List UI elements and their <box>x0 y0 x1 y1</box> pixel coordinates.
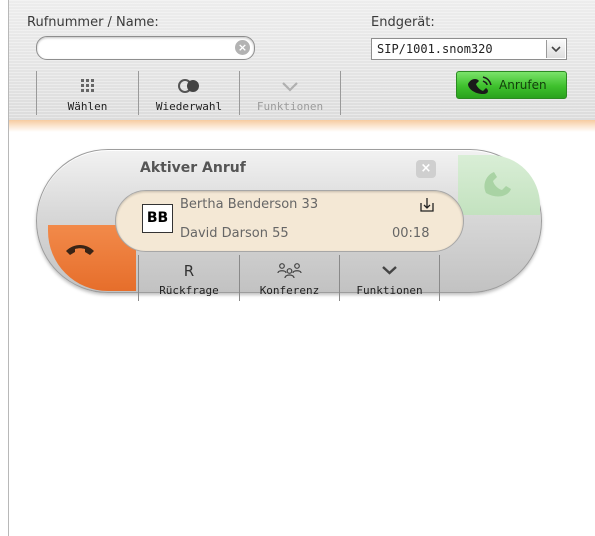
active-call-title: Aktiver Anruf <box>140 160 246 176</box>
chevron-down-icon <box>240 77 340 95</box>
caller-name-b: David Darson 55 <box>180 226 289 241</box>
conference-button[interactable]: Konferenz <box>240 258 339 302</box>
number-label: Rufnummer / Name: <box>27 15 159 30</box>
redial-button[interactable]: Wiederwahl <box>139 71 239 117</box>
panel-divider <box>9 120 595 132</box>
conference-icon <box>240 262 339 280</box>
toolbar-separator <box>340 71 341 115</box>
answer-icon <box>484 172 511 197</box>
call-functions-label: Funktionen <box>356 284 423 297</box>
consult-label: Rückfrage <box>159 284 219 297</box>
call-duration: 00:18 <box>392 226 430 241</box>
call-button[interactable]: Anrufen <box>456 71 567 99</box>
answer-button[interactable] <box>458 155 540 215</box>
consult-r-icon: R <box>183 262 195 280</box>
chevron-down-icon <box>340 262 439 280</box>
keypad-icon <box>37 77 138 95</box>
dial-label: Wählen <box>67 100 108 113</box>
toolbar-separator <box>439 255 440 301</box>
functions-button[interactable]: Funktionen <box>240 71 340 117</box>
redial-icon <box>139 77 239 95</box>
consult-button[interactable]: R Rückfrage <box>139 258 239 302</box>
conference-label: Konferenz <box>259 284 320 297</box>
device-select-value: SIP/1001.snom320 <box>377 42 493 56</box>
redial-label: Wiederwahl <box>155 100 223 113</box>
device-select[interactable]: SIP/1001.snom320 <box>371 38 567 60</box>
chevron-down-icon <box>551 46 561 53</box>
hangup-icon <box>66 245 94 255</box>
avatar: BB <box>142 204 173 233</box>
dial-button[interactable]: Wählen <box>37 71 138 117</box>
device-label: Endgerät: <box>371 15 435 30</box>
call-label: Anrufen <box>499 78 547 92</box>
close-icon[interactable]: × <box>416 160 436 178</box>
number-search-field[interactable]: × <box>36 36 255 60</box>
clear-icon[interactable]: × <box>235 40 250 55</box>
caller-name-a: Bertha Benderson 33 <box>180 197 319 212</box>
call-functions-button[interactable]: Funktionen <box>340 258 439 302</box>
transfer-icon[interactable] <box>419 197 435 213</box>
functions-label: Funktionen <box>256 100 324 113</box>
dropdown-button[interactable] <box>546 40 565 58</box>
number-search-input[interactable] <box>47 39 231 57</box>
phone-icon <box>468 76 492 94</box>
